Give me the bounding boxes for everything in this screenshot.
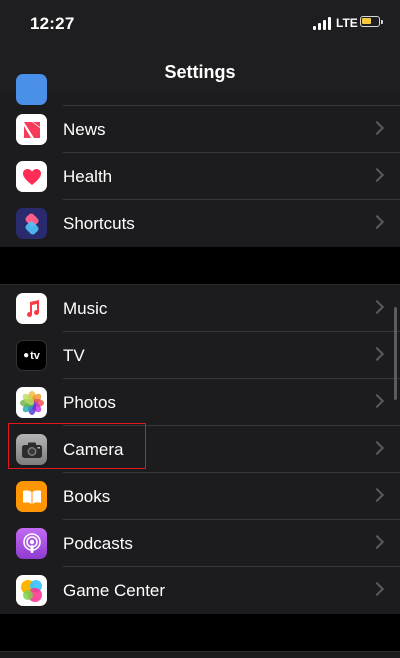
page-title: Settings xyxy=(164,62,236,82)
settings-row-label: Podcasts xyxy=(63,534,133,553)
settings-row-label: Health xyxy=(63,167,113,186)
health-icon xyxy=(16,161,47,192)
settings-row-label: Books xyxy=(63,487,111,506)
settings-row-label: Photos xyxy=(63,393,116,412)
chevron-right-icon xyxy=(369,393,385,409)
books-icon xyxy=(16,481,47,512)
tv-icon: ● tv xyxy=(16,340,47,371)
chevron-right-icon xyxy=(369,534,385,550)
settings-row-tv[interactable]: ● tv TV xyxy=(0,332,400,379)
scrollbar[interactable] xyxy=(394,307,397,400)
chevron-right-icon xyxy=(369,440,385,456)
chevron-right-icon xyxy=(369,487,385,503)
chevron-right-icon xyxy=(369,214,385,230)
cellular-signal-icon xyxy=(313,17,333,30)
shortcuts-icon xyxy=(16,208,47,239)
music-icon xyxy=(16,293,47,324)
settings-row-music[interactable]: Music xyxy=(0,285,400,332)
settings-row-photos[interactable]: Photos xyxy=(0,379,400,426)
settings-row-label: News xyxy=(63,120,106,139)
photos-icon xyxy=(16,387,47,418)
settings-group-partial xyxy=(0,74,400,106)
settings-row-label: Game Center xyxy=(63,581,166,600)
settings-row-books[interactable]: Books xyxy=(0,473,400,520)
settings-row-label: Music xyxy=(63,299,108,318)
podcasts-icon xyxy=(16,528,47,559)
settings-group-apps-1: News Health Shortcuts xyxy=(0,106,400,247)
settings-row-game-center[interactable]: Game Center xyxy=(0,567,400,614)
highlight-box xyxy=(8,423,146,469)
battery-icon xyxy=(360,16,383,27)
status-bar: 12:27 LTE xyxy=(0,0,400,50)
chevron-right-icon xyxy=(369,299,385,315)
chevron-right-icon xyxy=(369,120,385,136)
settings-row-health[interactable]: Health xyxy=(0,153,400,200)
game-center-icon xyxy=(16,575,47,606)
status-time: 12:27 xyxy=(30,14,75,33)
navigation-bar: Settings xyxy=(0,50,400,94)
settings-row-label: TV xyxy=(63,346,85,365)
network-type: LTE xyxy=(336,16,358,30)
chevron-right-icon xyxy=(369,167,385,183)
tv-icon-text: tv xyxy=(30,349,40,362)
news-icon xyxy=(16,114,47,145)
settings-row-news[interactable]: News xyxy=(0,106,400,153)
chevron-right-icon xyxy=(369,581,385,597)
settings-group-partial-bottom xyxy=(0,652,400,658)
settings-row-shortcuts[interactable]: Shortcuts xyxy=(0,200,400,247)
settings-row-podcasts[interactable]: Podcasts xyxy=(0,520,400,567)
chevron-right-icon xyxy=(369,346,385,362)
settings-row-label: Shortcuts xyxy=(63,214,135,233)
partial-app-icon xyxy=(16,74,47,105)
